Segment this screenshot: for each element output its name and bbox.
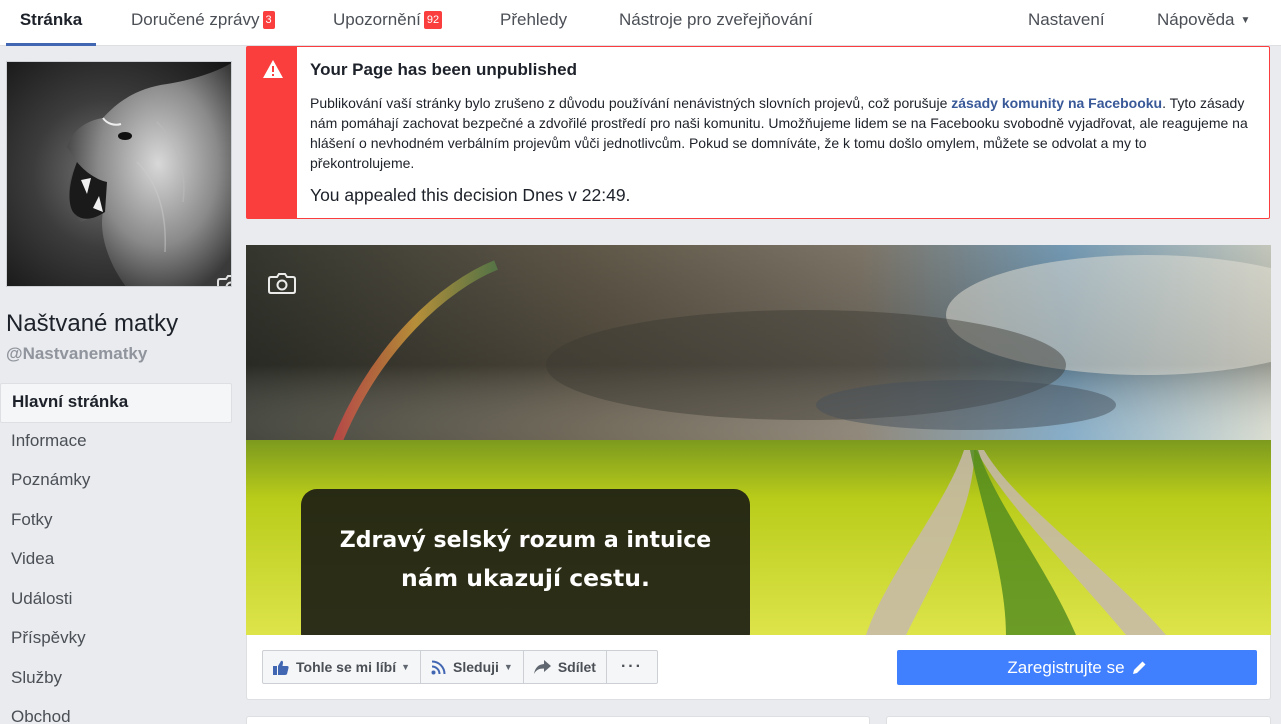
page-name: Naštvané matky	[6, 310, 179, 337]
page-action-buttons: Tohle se mi líbí ▼ Sleduji ▼ Sdílet ···	[262, 650, 658, 684]
unpublished-alert: Your Page has been unpublished Publiková…	[246, 46, 1270, 219]
community-standards-link[interactable]: zásady komunity na Facebooku	[951, 95, 1162, 111]
cover-photo[interactable]: Zdravý selský rozum a intuice nám ukazuj…	[246, 245, 1271, 635]
sidebar-item-services[interactable]: Služby	[0, 660, 232, 700]
share-button-label: Sdílet	[557, 659, 596, 675]
chevron-down-icon: ▼	[401, 662, 411, 672]
appeal-status: You appealed this decision Dnes v 22:49.	[310, 185, 631, 205]
chevron-down-icon: ▼	[1240, 15, 1251, 26]
cover-quote-line-1: Zdravý selský rozum a intuice	[339, 528, 712, 553]
inbox-count-badge: 3	[262, 11, 275, 29]
tab-label: Přehledy	[500, 10, 568, 29]
sidebar-item-videos[interactable]: Videa	[0, 541, 232, 581]
tab-insights[interactable]: Přehledy	[500, 0, 567, 46]
warning-icon	[263, 60, 283, 78]
sign-up-button[interactable]: Zaregistrujte se	[897, 650, 1257, 685]
sidebar-item-shop[interactable]: Obchod	[0, 699, 232, 724]
tab-label: Stránka	[19, 10, 83, 29]
page-username[interactable]: @Nastvanematky	[6, 344, 147, 364]
pencil-icon	[1132, 661, 1146, 674]
alert-stripe	[247, 47, 297, 218]
camera-icon[interactable]	[268, 272, 296, 299]
lioness-image	[67, 63, 231, 286]
sidebar-item-home[interactable]: Hlavní stránka	[0, 383, 232, 423]
like-button-label: Tohle se mi líbí	[296, 659, 397, 675]
cover-quote-box: Zdravý selský rozum a intuice nám ukazuj…	[301, 489, 750, 635]
follow-button[interactable]: Sleduji ▼	[421, 651, 524, 683]
tab-label: Doručené zprávy	[131, 10, 260, 29]
like-button[interactable]: Tohle se mi líbí ▼	[263, 651, 422, 683]
alert-text: Publikování vaší stránky bylo zrušeno z …	[310, 95, 952, 111]
top-navigation: Stránka Doručené zprávy 3 Upozornění 92 Př…	[0, 0, 1281, 46]
sidebar-item-notes[interactable]: Poznámky	[0, 462, 232, 502]
tab-publishing-tools[interactable]: Nástroje pro zveřejňování	[619, 0, 813, 46]
alert-message: Publikování vaší stránky bylo zrušeno z …	[310, 93, 1250, 173]
sidebar-item-posts[interactable]: Příspěvky	[0, 620, 232, 660]
tab-inbox[interactable]: Doručené zprávy 3	[131, 0, 275, 46]
chevron-down-icon: ▼	[503, 662, 513, 672]
rss-icon	[431, 660, 446, 674]
thumbs-up-icon	[273, 660, 289, 675]
sidebar-item-events[interactable]: Události	[0, 581, 232, 621]
page-action-bar: Tohle se mi líbí ▼ Sleduji ▼ Sdílet ··· …	[246, 635, 1271, 700]
tab-label: Nástroje pro zveřejňování	[619, 10, 813, 29]
tab-help[interactable]: Nápověda ▼	[1157, 0, 1250, 46]
page-sidebar-nav: Hlavní stránka Informace Poznámky Fotky …	[0, 383, 232, 724]
more-options-button[interactable]: ···	[607, 651, 657, 683]
tab-label: Nastavení	[1028, 10, 1105, 29]
follow-button-label: Sleduji	[453, 659, 499, 675]
tab-settings[interactable]: Nastavení	[1028, 0, 1105, 46]
tab-label: Upozornění	[333, 10, 421, 29]
tab-notifications[interactable]: Upozornění 92	[333, 0, 443, 46]
alert-title: Your Page has been unpublished	[310, 60, 578, 79]
share-arrow-icon	[533, 660, 551, 674]
cover-quote-line-2: nám ukazují cestu.	[401, 564, 650, 592]
profile-picture[interactable]	[6, 61, 232, 287]
sign-up-button-label: Zaregistrujte se	[1007, 657, 1125, 677]
sidebar-item-photos[interactable]: Fotky	[0, 502, 232, 542]
tab-label: Nápověda	[1157, 10, 1235, 29]
tab-page[interactable]: Stránka	[6, 0, 96, 46]
sidebar-item-about[interactable]: Informace	[0, 423, 232, 463]
content-card	[246, 716, 870, 724]
share-button[interactable]: Sdílet	[524, 651, 607, 683]
content-card	[886, 716, 1271, 724]
notifications-count-badge: 92	[423, 11, 443, 29]
